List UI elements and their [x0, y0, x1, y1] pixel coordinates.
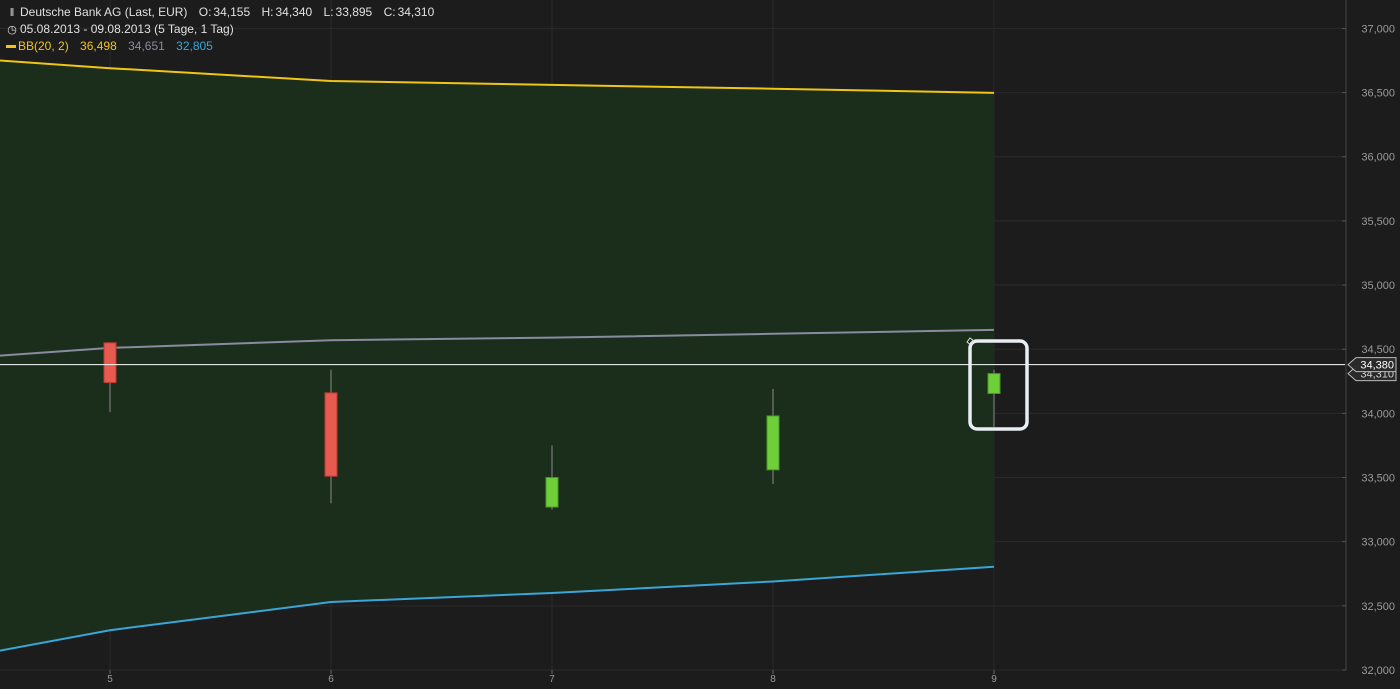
y-tick-label: 36,000	[1361, 152, 1395, 164]
indicator-legend[interactable]: BB(20, 2) 36,498 34,651 32,805	[6, 39, 215, 53]
y-tick-label: 33,500	[1361, 473, 1395, 485]
ohlc-header: ‖ Deutsche Bank AG (Last, EUR) O: 34,155 H…	[6, 5, 436, 20]
candle-body	[545, 477, 559, 508]
y-tick-label: 33,000	[1361, 537, 1395, 549]
candlestick-chart: 32,000 32,500 33,000 33,500 34,000 34,500 35,0…	[0, 0, 1397, 685]
x-tick-label: 5	[107, 674, 113, 685]
y-tick-label: 34,500	[1361, 344, 1395, 356]
y-tick-label: 32,500	[1361, 601, 1395, 613]
bollinger-band	[0, 60, 994, 651]
clock-icon: ◷	[7, 24, 17, 36]
bb-swatch-icon	[6, 45, 16, 49]
candle-body	[103, 342, 117, 384]
y-tick-label: 32,000	[1361, 665, 1395, 677]
y-tick-label: 35,000	[1361, 280, 1395, 292]
high-value: 34,340	[275, 5, 313, 19]
last-price-label: 34,380	[1360, 360, 1394, 372]
bb-lower-value: 32,805	[176, 39, 213, 53]
x-tick-label: 9	[991, 674, 997, 685]
candle-body	[766, 415, 780, 471]
bb-middle-value: 34,651	[128, 39, 165, 53]
y-tick-label: 37,000	[1361, 23, 1395, 35]
low-label: L:	[323, 5, 334, 19]
close-value: 34,310	[397, 5, 435, 19]
open-value: 34,155	[213, 5, 251, 19]
close-label: C:	[383, 5, 396, 19]
candlestick-icon: ‖	[9, 7, 15, 19]
x-tick-label: 7	[549, 674, 555, 685]
candle-body	[324, 392, 338, 477]
period-text: 05.08.2013 - 09.08.2013 (5 Tage, 1 Tag)	[20, 22, 234, 36]
high-label: H:	[261, 5, 274, 19]
instrument-name: Deutsche Bank AG (Last, EUR)	[20, 5, 188, 19]
open-label: O:	[198, 5, 212, 19]
x-tick-label: 8	[770, 674, 776, 685]
y-tick-label: 36,500	[1361, 88, 1395, 100]
indicator-name: BB(20, 2)	[18, 39, 69, 53]
candle-body	[987, 373, 1001, 394]
y-tick-label: 35,500	[1361, 216, 1395, 228]
x-tick-label: 6	[328, 674, 334, 685]
bollinger-band-fill	[0, 60, 994, 651]
low-value: 33,895	[335, 5, 373, 19]
y-tick-label: 34,000	[1361, 408, 1395, 420]
bb-upper-value: 36,498	[80, 39, 117, 53]
period-header: ◷ 05.08.2013 - 09.08.2013 (5 Tage, 1 Tag)	[6, 22, 236, 37]
